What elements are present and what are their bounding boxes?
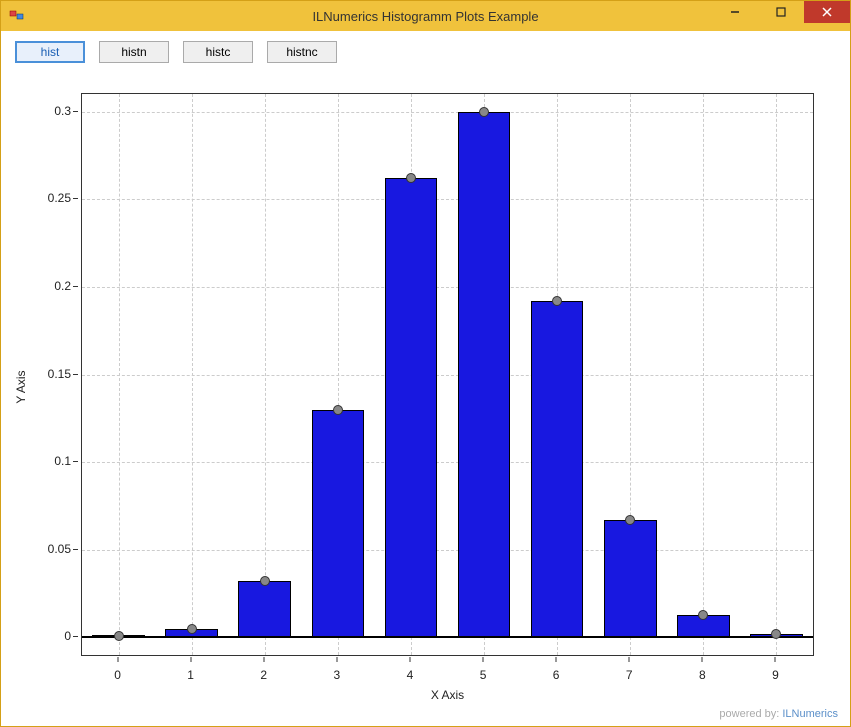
y-tick-label: 0.15 — [48, 367, 71, 381]
plot-frame[interactable] — [81, 93, 814, 656]
y-tick-label: 0.3 — [54, 104, 71, 118]
data-marker[interactable] — [698, 610, 708, 620]
x-tick-label: 4 — [407, 668, 414, 682]
footer-link[interactable]: ILNumerics — [782, 708, 838, 720]
maximize-button[interactable] — [758, 1, 804, 23]
x-tick-label: 8 — [699, 668, 706, 682]
data-marker[interactable] — [771, 629, 781, 639]
y-tick-label: 0.2 — [54, 279, 71, 293]
footer-prefix: powered by: — [719, 708, 782, 720]
x-tick-label: 3 — [334, 668, 341, 682]
x-tick-label: 5 — [480, 668, 487, 682]
data-marker[interactable] — [114, 631, 124, 641]
x-tick-label: 7 — [626, 668, 633, 682]
x-tick-label: 1 — [187, 668, 194, 682]
y-tick-label: 0 — [64, 629, 71, 643]
window-controls — [712, 1, 850, 23]
x-tick-label: 0 — [114, 668, 121, 682]
titlebar: ILNumerics Histogramm Plots Example — [1, 1, 850, 31]
close-button[interactable] — [804, 1, 850, 23]
y-tick-label: 0.05 — [48, 542, 71, 556]
bar[interactable] — [604, 520, 657, 637]
bar[interactable] — [238, 581, 291, 637]
data-marker[interactable] — [552, 296, 562, 306]
histn-button[interactable]: histn — [99, 41, 169, 63]
bar-series — [82, 94, 813, 655]
hist-button[interactable]: hist — [15, 41, 85, 63]
client-area: histhistnhistchistnc Y Axis 00.050.10.15… — [1, 31, 850, 726]
toolbar: hist histn histc histnc — [1, 31, 850, 69]
data-marker[interactable] — [406, 173, 416, 183]
bar[interactable] — [385, 178, 438, 637]
bar[interactable] — [312, 410, 365, 638]
x-tick-label: 9 — [772, 668, 779, 682]
minimize-button[interactable] — [712, 1, 758, 23]
data-marker[interactable] — [187, 624, 197, 634]
histnc-button[interactable]: histnc — [267, 41, 337, 63]
x-tick-label: 6 — [553, 668, 560, 682]
x-axis-label: X Axis — [81, 688, 814, 702]
y-tick-label: 0.25 — [48, 191, 71, 205]
x-tick-label: 2 — [260, 668, 267, 682]
data-marker[interactable] — [260, 576, 270, 586]
data-marker[interactable] — [333, 405, 343, 415]
bar[interactable] — [531, 301, 584, 638]
app-window: ILNumerics Histogramm Plots Example hist… — [0, 0, 851, 727]
app-icon — [9, 8, 25, 24]
y-axis: 0 0.05 0.1 0.15 0.2 0.25 0.3 — [11, 93, 77, 656]
bar[interactable] — [458, 112, 511, 638]
data-marker[interactable] — [479, 107, 489, 117]
y-tick-label: 0.1 — [54, 454, 71, 468]
baseline — [82, 636, 813, 638]
footer: powered by: ILNumerics — [719, 708, 838, 720]
data-marker[interactable] — [625, 515, 635, 525]
plot-region: Y Axis 00.050.10.150.20.250.3 0123456789… — [11, 75, 840, 698]
histc-button[interactable]: histc — [183, 41, 253, 63]
